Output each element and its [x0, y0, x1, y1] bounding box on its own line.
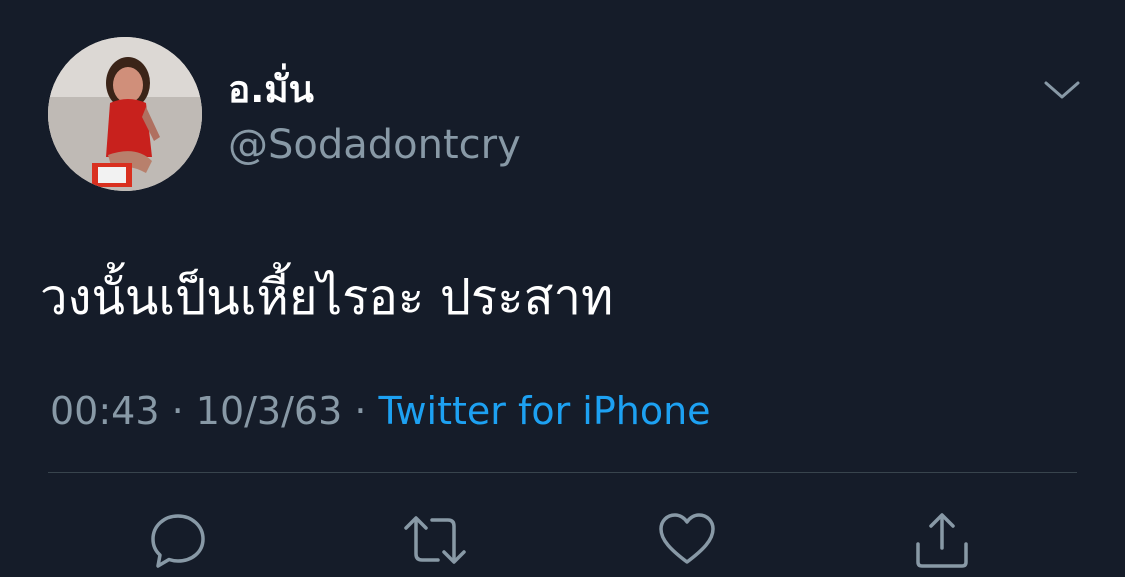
display-name[interactable]: อ.มั่น	[228, 66, 314, 114]
share-icon[interactable]	[912, 510, 972, 570]
reply-icon[interactable]	[148, 510, 208, 570]
meta-separator: ·	[159, 389, 196, 433]
avatar[interactable]	[48, 37, 202, 191]
user-handle[interactable]: @Sodadontcry	[228, 120, 521, 170]
tweet-text: วงนั้นเป็นเหี้ยไรอะ ประสาท	[40, 269, 614, 326]
tweet-meta: 00:43 · 10/3/63 · Twitter for iPhone	[50, 386, 711, 436]
meta-separator: ·	[342, 389, 379, 433]
heart-icon[interactable]	[657, 510, 717, 570]
divider	[48, 472, 1077, 473]
tweet-date: 10/3/63	[195, 389, 343, 433]
tweet-card: อ.มั่น @Sodadontcry วงนั้นเป็นเหี้ยไรอะ …	[0, 0, 1125, 577]
retweet-icon[interactable]	[402, 510, 466, 570]
tweet-source-link[interactable]: Twitter for iPhone	[379, 389, 711, 433]
profile-photo-icon	[48, 37, 202, 191]
chevron-down-icon[interactable]	[1040, 74, 1084, 106]
tweet-time: 00:43	[50, 389, 160, 433]
